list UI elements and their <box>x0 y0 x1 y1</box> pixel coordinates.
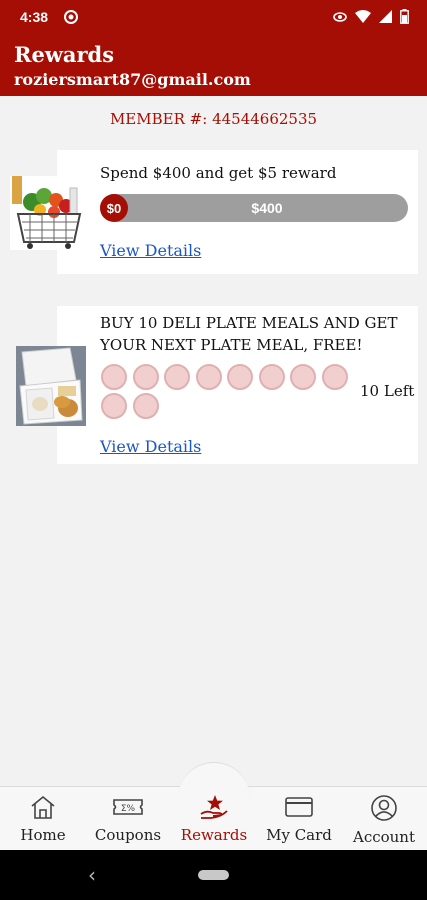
app-header: Rewards roziersmart87@gmail.com <box>0 36 427 96</box>
page-title: Rewards <box>14 42 115 67</box>
coupon-icon: Σ% <box>113 799 143 815</box>
nav-coupons-label: Coupons <box>94 826 162 844</box>
nav-my-card[interactable]: My Card <box>256 786 342 850</box>
punch-stamp <box>321 364 348 390</box>
deli-plate-meal-image <box>16 346 86 426</box>
punch-stamp <box>258 364 285 390</box>
punch-stamp <box>195 364 222 390</box>
nav-coupons[interactable]: Σ% Coupons <box>85 786 171 850</box>
card-icon <box>285 797 313 817</box>
app-notification-icon <box>64 10 78 24</box>
nav-account[interactable]: Account <box>341 786 427 850</box>
wifi-icon <box>355 10 371 23</box>
nav-rewards-label: Rewards <box>180 826 248 844</box>
punch-stamp <box>290 364 316 390</box>
punch-stamp <box>101 364 127 390</box>
punch-stamp <box>164 364 190 390</box>
stamps-remaining: 10 Left <box>360 382 415 400</box>
member-label: MEMBER #: <box>109 110 208 128</box>
reward-title-deli: BUY 10 DELI PLATE MEALS AND GET YOUR NEX… <box>100 314 398 354</box>
user-email: roziersmart87@gmail.com <box>14 70 251 89</box>
member-number: 44544662535 <box>212 110 318 128</box>
view-details-link-deli[interactable]: View Details <box>100 437 201 456</box>
home-pill-icon[interactable] <box>198 870 229 880</box>
punch-stamp <box>101 393 127 419</box>
grocery-basket-image <box>10 176 86 250</box>
nav-account-label: Account <box>352 828 415 846</box>
status-bar: 4:38 <box>0 0 427 36</box>
status-time: 4:38 <box>20 9 49 25</box>
punch-stamp <box>132 393 159 419</box>
nav-rewards[interactable]: Rewards <box>171 786 257 850</box>
home-icon <box>31 795 55 819</box>
nav-home-label: Home <box>20 826 66 844</box>
punch-stamp <box>132 364 159 390</box>
nav-home[interactable]: Home <box>0 786 86 850</box>
member-number-line: MEMBER #: 44544662535 <box>0 110 427 128</box>
battery-icon <box>400 9 409 24</box>
nav-my-card-label: My Card <box>266 826 332 844</box>
system-nav-bar: ‹ <box>0 850 427 900</box>
rewards-star-icon <box>200 795 228 819</box>
signal-icon <box>379 10 392 23</box>
reward-title-spend: Spend $400 and get $5 reward <box>100 164 337 182</box>
eye-icon <box>333 11 347 22</box>
account-icon <box>371 795 397 821</box>
view-details-link-spend[interactable]: View Details <box>100 241 201 260</box>
punch-stamp <box>227 364 253 390</box>
progress-start-value: $0 <box>100 194 128 222</box>
svg-text:Σ%: Σ% <box>121 804 136 814</box>
progress-goal-value: $400 <box>251 200 283 216</box>
back-icon[interactable]: ‹ <box>88 863 96 887</box>
